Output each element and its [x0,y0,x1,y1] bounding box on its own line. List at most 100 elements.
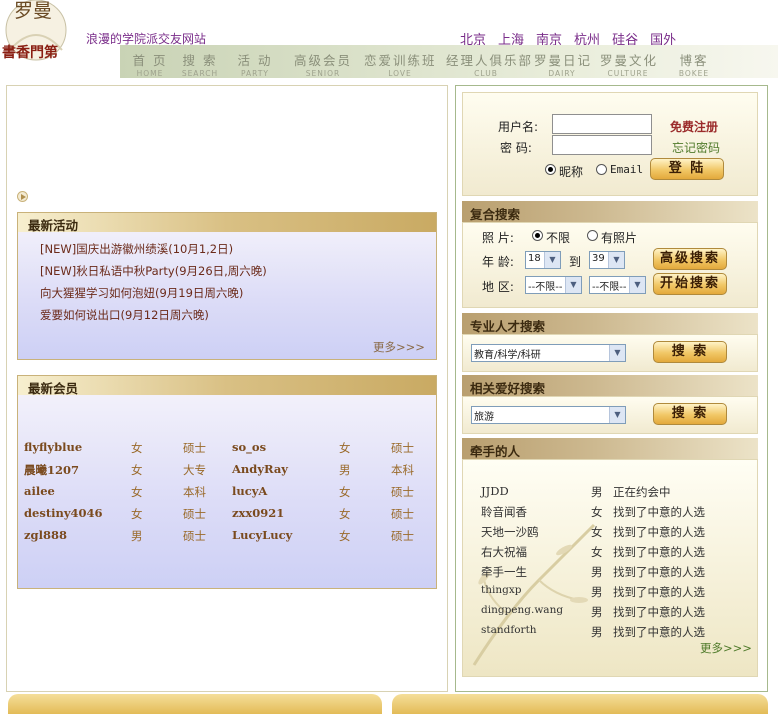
age-to-label: 到 [569,255,582,269]
handinhand-name[interactable]: JJDD [481,484,509,498]
activities-panel: 最新活动 [NEW]国庆出游徽州绩溪(10月1,2日) [NEW]秋日私语中秋P… [17,212,437,360]
password-label: 密 码: [500,141,532,155]
handinhand-name[interactable]: 天地一沙鸥 [481,524,539,540]
nav-love[interactable]: 恋爱训练班 LOVE [364,45,436,78]
member-degree: 本科 [391,463,414,477]
nav-dairy[interactable]: 罗曼日记 DAIRY [534,45,590,78]
member-name[interactable]: 晨曦1207 [24,462,79,478]
member-degree: 本科 [183,485,206,499]
member-gender: 女 [339,529,351,543]
forgot-password-link[interactable]: 忘记密码 [672,139,720,156]
site-logo[interactable]: 罗曼 書香門第 [0,0,80,68]
bottom-section-tab-left [8,694,382,714]
member-gender: 男 [131,529,143,543]
member-gender: 女 [131,463,143,477]
member-gender: 女 [339,441,351,455]
nav-party[interactable]: 活 动 PARTY [234,45,276,78]
register-link[interactable]: 免费注册 [670,118,718,135]
photo-any-radio[interactable] [532,230,543,241]
activity-link[interactable]: 向大猩猩学习如何泡妞(9月19日周六晚) [40,285,243,301]
username-input[interactable] [552,114,652,134]
nav-culture[interactable]: 罗曼文化 CULTURE [600,45,656,78]
nav-club[interactable]: 经理人俱乐部 CLUB [446,45,531,78]
handinhand-name[interactable]: thingxp [481,584,521,596]
nav-search[interactable]: 搜 索 SEARCH [180,45,220,78]
age-from-select[interactable]: 18 [525,251,561,269]
photo-yes-radio[interactable] [587,230,598,241]
member-gender: 女 [131,441,143,455]
member-degree: 硕士 [391,485,414,499]
handinhand-status: 找到了中意的人选 [613,625,705,639]
member-degree: 硕士 [391,529,414,543]
handinhand-status: 找到了中意的人选 [613,525,705,539]
member-name[interactable]: AndyRay [232,462,288,476]
photo-any-label: 不限 [546,231,571,245]
combined-search-title: 复合搜索 [462,201,758,222]
photo-label: 照 片: [482,231,514,245]
activity-link[interactable]: [NEW]秋日私语中秋Party(9月26日,周六晚) [40,263,267,279]
area-province-select[interactable]: --不限-- [525,276,582,294]
member-degree: 大专 [183,463,206,477]
age-to-select[interactable]: 39 [589,251,625,269]
password-input[interactable] [552,135,652,155]
talent-search-title: 专业人才搜索 [462,313,758,334]
hobby-search-button[interactable]: 搜 索 [653,403,727,425]
member-degree: 硕士 [391,441,414,455]
logo-text-bottom: 書香門第 [2,45,58,61]
handinhand-name[interactable]: 聆音闻香 [481,504,527,520]
handinhand-status: 正在约会中 [613,485,671,499]
handinhand-name[interactable]: 右大祝福 [481,544,527,560]
member-gender: 男 [339,463,351,477]
member-name[interactable]: flyflyblue [24,440,82,454]
activities-title: 最新活动 [18,213,436,233]
logo-text-top: 罗曼 [14,0,53,22]
login-button[interactable]: 登 陆 [650,158,724,180]
activity-link[interactable]: [NEW]国庆出游徽州绩溪(10月1,2日) [40,241,233,257]
hobby-select[interactable]: 旅游 [471,406,626,424]
nav-home[interactable]: 首 页 HOME [130,45,170,78]
talent-search-button[interactable]: 搜 索 [653,341,727,363]
member-name[interactable]: destiny4046 [24,506,103,520]
login-type-nickname-radio[interactable] [545,164,556,175]
login-type-email-radio[interactable] [596,164,607,175]
photo-yes-label: 有照片 [601,231,638,245]
handinhand-gender: 女 [591,505,603,519]
handinhand-name[interactable]: standforth [481,624,537,636]
member-name[interactable]: ailee [24,484,55,498]
hobby-search-title: 相关爱好搜索 [462,375,758,396]
member-gender: 女 [131,485,143,499]
talent-field-select[interactable]: 教育/科学/科研 [471,344,626,362]
area-city-select[interactable]: --不限-- [589,276,646,294]
member-name[interactable]: so_os [232,440,266,454]
handinhand-gender: 女 [591,525,603,539]
handinhand-gender: 男 [591,625,603,639]
member-degree: 硕士 [183,529,206,543]
handinhand-gender: 男 [591,485,603,499]
nav-bokee[interactable]: 博客 BOKEE [672,45,716,78]
username-label: 用户名: [498,120,539,134]
members-title: 最新会员 [18,376,436,396]
member-degree: 硕士 [183,441,206,455]
handinhand-name[interactable]: dingpeng.wang [481,604,563,616]
activities-more-link[interactable]: 更多>>> [373,339,425,355]
age-label: 年 龄: [482,255,514,269]
member-name[interactable]: zxx0921 [232,506,284,520]
handinhand-more-link[interactable]: 更多>>> [700,640,752,656]
handinhand-gender: 男 [591,565,603,579]
nav-senior[interactable]: 高级会员 SENIOR [290,45,356,78]
member-gender: 女 [339,485,351,499]
member-gender: 女 [131,507,143,521]
start-search-button[interactable]: 开始搜索 [653,273,727,295]
handinhand-status: 找到了中意的人选 [613,585,705,599]
activity-link[interactable]: 爱要如何说出口(9月12日周六晚) [40,307,209,323]
login-type-email-label: Email [610,163,644,176]
members-panel: 最新会员 flyflyblue 女 硕士 so_os 女 硕士 晨曦1207 女… [17,375,437,589]
member-name[interactable]: zgl888 [24,528,67,542]
member-degree: 硕士 [391,507,414,521]
member-name[interactable]: lucyA [232,484,267,498]
handinhand-name[interactable]: 牵手一生 [481,564,527,580]
advanced-search-button[interactable]: 高级搜索 [653,248,727,270]
handinhand-status: 找到了中意的人选 [613,605,705,619]
play-icon[interactable] [17,191,28,202]
member-name[interactable]: LucyLucy [232,528,292,542]
